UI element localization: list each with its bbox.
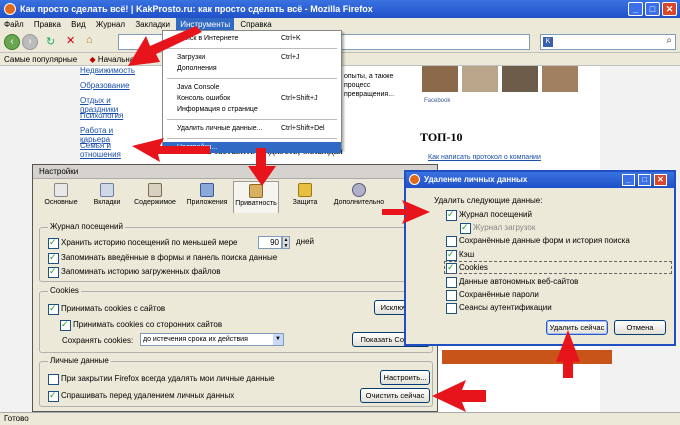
arrow-to-tools-menu xyxy=(128,26,202,66)
arrow-to-options-item xyxy=(132,138,210,162)
tutorial-arrows xyxy=(128,26,580,412)
arrow-to-privacy-tab xyxy=(248,148,276,186)
arrow-to-clear-button xyxy=(556,330,580,378)
arrow-to-history-checkbox xyxy=(382,200,430,224)
arrow-to-clear-now xyxy=(432,380,486,412)
